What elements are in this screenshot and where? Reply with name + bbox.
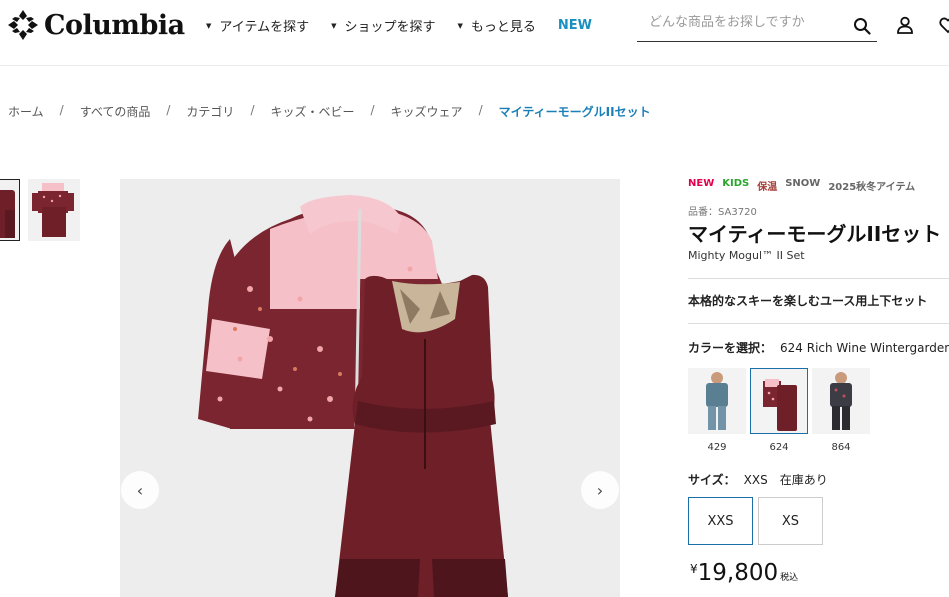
color-swatch-429[interactable] <box>688 368 746 434</box>
breadcrumb-home[interactable]: ホーム <box>8 103 44 120</box>
product-catch-copy: 本格的なスキーを楽しむユース用上下セット <box>688 294 928 308</box>
swatch-image <box>763 379 797 431</box>
chevron-right-icon: › <box>596 480 604 500</box>
diamond-logo-icon <box>8 10 38 40</box>
divider <box>688 278 949 279</box>
nav-item-new[interactable]: NEW <box>558 16 592 35</box>
search-input[interactable] <box>649 15 839 30</box>
divider <box>688 323 949 324</box>
caret-down-icon: ▼ <box>331 21 337 30</box>
columbia-logo[interactable]: Columbia <box>6 8 185 42</box>
chevron-left-icon: ‹ <box>136 480 144 500</box>
product-tags: NEW KIDS 保温 SNOW 2025秋冬アイテム <box>688 178 915 193</box>
size-option-xs[interactable]: XS <box>758 497 823 545</box>
color-selector-label: カラーを選択： 624 Rich Wine Wintergarden <box>688 339 949 356</box>
nav-label: アイテムを探す <box>219 20 310 35</box>
breadcrumb-separator: / <box>59 103 64 117</box>
color-swatch-864[interactable] <box>812 368 870 434</box>
breadcrumb-kids-wear[interactable]: キッズウェア <box>391 103 463 120</box>
breadcrumb-separator: / <box>166 103 171 117</box>
heart-icon[interactable] <box>939 16 949 34</box>
selected-size-value: XXS 在庫あり <box>743 473 828 487</box>
user-icon[interactable] <box>896 16 914 34</box>
caret-down-icon: ▼ <box>206 21 212 30</box>
swatch-image <box>830 372 852 430</box>
size-label: サイズ： <box>688 473 736 487</box>
tag-new: NEW <box>688 178 715 189</box>
breadcrumb-current: マイティーモーグルIIセット <box>498 105 651 119</box>
product-sku: 品番：SA3720 <box>688 207 757 218</box>
gallery-thumbnail-1[interactable] <box>0 179 20 241</box>
main-product-image <box>120 179 620 597</box>
nav-label: ショップを探す <box>344 20 436 35</box>
breadcrumb-kids-baby[interactable]: キッズ・ベビー <box>270 103 354 120</box>
product-thumbnail-image <box>32 183 74 237</box>
breadcrumb-separator: / <box>250 103 255 117</box>
currency-symbol: ¥ <box>690 562 698 576</box>
gallery-thumbnail-2[interactable] <box>28 179 80 241</box>
product-photo <box>198 195 508 597</box>
product-subtitle: Mighty Mogul™ II Set <box>688 249 805 262</box>
nav-item-find-items[interactable]: ▼ アイテムを探す <box>206 16 309 35</box>
caret-down-icon: ▼ <box>457 21 463 30</box>
product-price: ¥19,800 税込 <box>690 560 798 586</box>
product-thumbnail-image <box>0 190 15 238</box>
tag-kids: KIDS <box>722 178 750 189</box>
logo-text: Columbia <box>44 9 185 41</box>
search-icon[interactable] <box>853 17 871 35</box>
nav-item-more[interactable]: ▼ もっと見る <box>458 16 536 35</box>
tag-warmth: 保温 <box>757 182 778 193</box>
swatch-code: 429 <box>707 442 727 453</box>
breadcrumb-separator: / <box>478 103 483 117</box>
search-box <box>637 8 877 42</box>
breadcrumb-category[interactable]: カテゴリ <box>186 103 234 120</box>
color-swatch-624[interactable] <box>750 368 808 434</box>
product-title: マイティーモーグルIIセット <box>688 222 942 246</box>
swatch-code: 624 <box>769 442 789 453</box>
color-label: カラーを選択： <box>688 341 773 355</box>
site-header: Columbia ▼ アイテムを探す ▼ ショップを探す ▼ もっと見る NEW <box>0 0 949 66</box>
size-option-xxs[interactable]: XXS <box>688 497 753 545</box>
tax-included-label: 税込 <box>780 573 799 583</box>
tag-season: 2025秋冬アイテム <box>828 182 916 193</box>
tag-snow: SNOW <box>785 178 821 189</box>
swatch-code: 864 <box>831 442 851 453</box>
size-selector-label: サイズ： XXS 在庫あり <box>688 471 828 488</box>
breadcrumb-separator: / <box>370 103 375 117</box>
nav-item-find-shops[interactable]: ▼ ショップを探す <box>331 16 435 35</box>
main-nav: ▼ アイテムを探す ▼ ショップを探す ▼ もっと見る NEW <box>206 16 592 35</box>
breadcrumb-all-products[interactable]: すべての商品 <box>80 103 151 120</box>
nav-label: もっと見る <box>470 20 536 35</box>
price-amount: 19,800 <box>697 560 779 586</box>
carousel-next-button[interactable]: › <box>581 471 619 509</box>
breadcrumb: ホーム / すべての商品 / カテゴリ / キッズ・ベビー / キッズウェア /… <box>8 103 651 120</box>
selected-color-value: 624 Rich Wine Wintergarden <box>780 341 949 355</box>
carousel-prev-button[interactable]: ‹ <box>121 471 159 509</box>
swatch-image <box>706 372 728 430</box>
